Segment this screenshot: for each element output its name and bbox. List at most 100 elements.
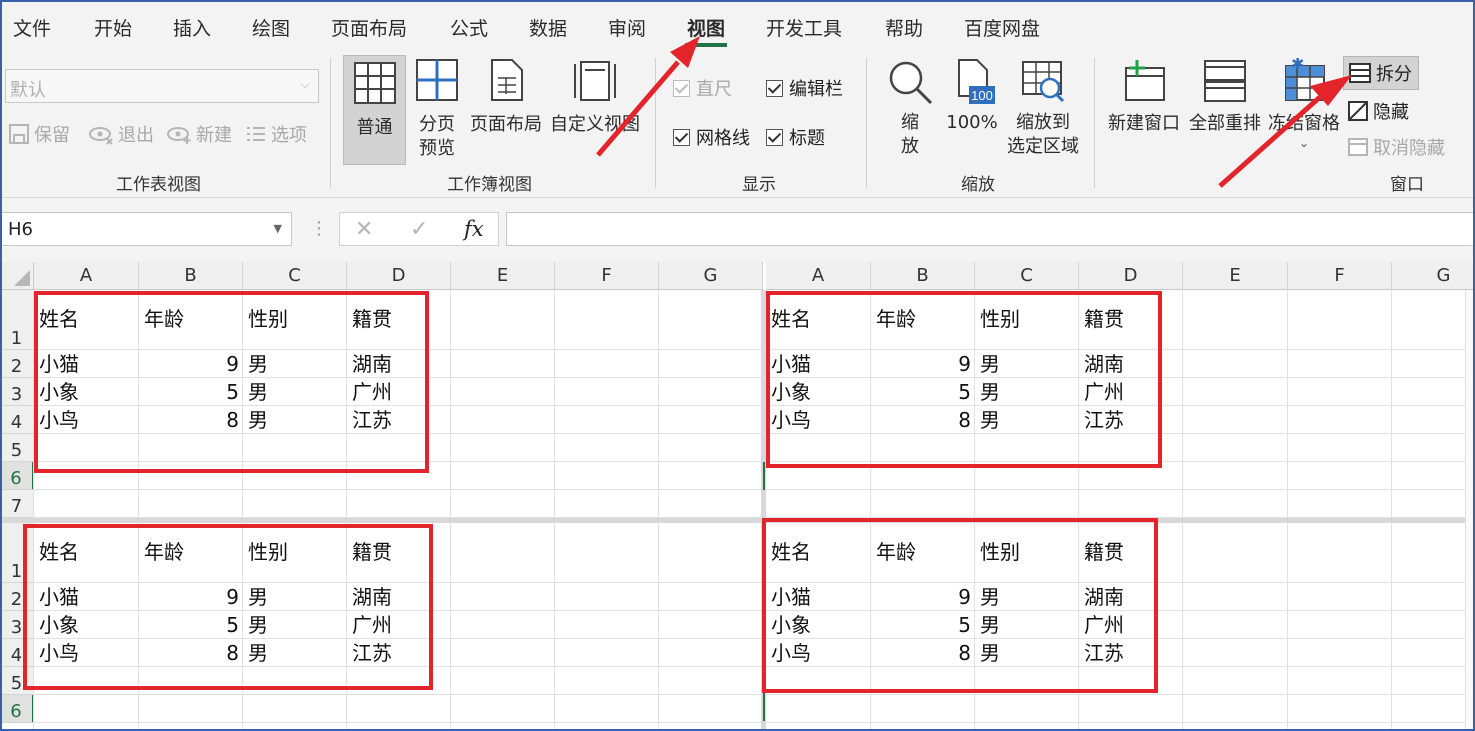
headings-checkbox[interactable]: 标题 <box>766 124 825 150</box>
top-row-header-1[interactable]: 1 <box>0 290 34 350</box>
formula-input[interactable] <box>506 212 1475 246</box>
headings-label: 标题 <box>789 128 825 149</box>
gridline <box>34 722 1475 723</box>
horizontal-split-bar[interactable] <box>0 518 1475 523</box>
tab-baidu-netdisk[interactable]: 百度网盘 <box>964 14 1040 41</box>
unhide-icon <box>1348 138 1368 156</box>
column-header-f[interactable]: F <box>555 262 659 290</box>
column-header-g[interactable]: G <box>1392 262 1475 290</box>
zoom-to-selection-button[interactable]: 缩放到 选定区域 <box>1004 58 1082 159</box>
list-icon <box>247 127 265 141</box>
bottom-row-header-6[interactable]: 6 <box>0 695 34 723</box>
group-divider <box>866 58 867 188</box>
unhide-button[interactable]: 取消隐藏 <box>1347 134 1445 160</box>
show-group-label: 显示 <box>742 175 776 195</box>
split-icon <box>1349 63 1371 83</box>
column-header-a[interactable]: A <box>766 262 871 290</box>
gridlines-checkbox[interactable]: 网格线 <box>673 124 750 150</box>
hide-label: 隐藏 <box>1373 102 1409 123</box>
vertical-scrollbar[interactable] <box>1465 290 1475 731</box>
exit-button[interactable]: 退出 <box>88 121 154 147</box>
tab-data[interactable]: 数据 <box>529 14 567 41</box>
checkbox-icon <box>766 128 783 146</box>
tab-file[interactable]: 文件 <box>13 14 51 41</box>
zoom-button[interactable]: 缩 放 <box>885 58 935 159</box>
column-header-d[interactable]: D <box>1079 262 1183 290</box>
view-options-button[interactable]: 选项 <box>245 121 307 147</box>
custom-views-button[interactable]: 自定义视图 <box>549 58 641 137</box>
chevron-down-icon: ⌄ <box>1298 136 1310 150</box>
hide-button[interactable]: 隐藏 <box>1347 98 1409 124</box>
tab-insert[interactable]: 插入 <box>173 14 211 41</box>
gridlines-label: 网格线 <box>696 128 750 149</box>
top-row-header-3[interactable]: 3 <box>0 378 34 406</box>
page-layout-icon <box>491 59 523 101</box>
gridline <box>658 290 659 731</box>
tab-home[interactable]: 开始 <box>94 14 132 41</box>
svg-text:✱: ✱ <box>1291 58 1304 73</box>
sheet-view-select[interactable]: 默认 ⌵ <box>5 69 319 103</box>
normal-view-label: 普通 <box>356 117 393 138</box>
tab-formulas[interactable]: 公式 <box>450 14 488 41</box>
top-row-header-7[interactable]: 7 <box>0 490 34 518</box>
top-row-header-2[interactable]: 2 <box>0 350 34 378</box>
column-header-b[interactable]: B <box>139 262 243 290</box>
insert-function-icon[interactable]: fx <box>464 217 484 241</box>
name-box[interactable]: H6 ▼ <box>0 212 292 246</box>
keep-button[interactable]: 保留 <box>8 121 70 147</box>
column-header-b[interactable]: B <box>871 262 975 290</box>
gridline <box>1391 290 1392 731</box>
freeze-panes-icon: ✱ <box>1285 54 1325 101</box>
cancel-icon[interactable]: ✕ <box>355 217 373 242</box>
tab-page-layout[interactable]: 页面布局 <box>331 14 407 41</box>
new-window-label: 新建窗口 <box>1108 113 1180 134</box>
column-header-g[interactable]: G <box>659 262 763 290</box>
tab-help[interactable]: 帮助 <box>885 14 923 41</box>
zoom-selection-label-2: 选定区域 <box>1007 136 1079 157</box>
new-view-button[interactable]: 新建 <box>166 121 232 147</box>
column-header-c[interactable]: C <box>243 262 347 290</box>
top-row-header-4[interactable]: 4 <box>0 406 34 434</box>
column-header-e[interactable]: E <box>1183 262 1288 290</box>
top-row-header-6[interactable]: 6 <box>0 462 34 490</box>
save-icon <box>9 124 29 144</box>
zoom-selection-icon <box>1022 61 1065 103</box>
tab-view[interactable]: 视图 <box>684 14 728 47</box>
new-view-label: 新建 <box>196 125 232 146</box>
page-break-label-1: 分页 <box>419 114 455 135</box>
normal-grid-icon <box>353 62 396 104</box>
page-break-label-2: 预览 <box>419 138 455 159</box>
zoom-100-label: 100% <box>946 112 998 133</box>
arrange-all-button[interactable]: 全部重排 <box>1187 58 1263 136</box>
tab-draw[interactable]: 绘图 <box>252 14 290 41</box>
normal-view-button[interactable]: 普通 <box>343 55 406 165</box>
column-header-c[interactable]: C <box>975 262 1079 290</box>
checkbox-icon <box>766 79 783 97</box>
split-label: 拆分 <box>1376 64 1412 85</box>
eye-new-icon <box>167 127 191 144</box>
page-layout-view-button[interactable]: 页面布局 <box>469 58 543 137</box>
select-all-corner[interactable] <box>0 262 34 290</box>
top-row-header-5[interactable]: 5 <box>0 434 34 462</box>
zoom-100-button[interactable]: 100 100% <box>943 58 1001 135</box>
zoom-label-1: 缩 <box>901 112 919 133</box>
enter-icon[interactable]: ✓ <box>410 217 428 242</box>
drag-handle-icon[interactable]: ⋮ <box>310 218 328 239</box>
ruler-checkbox[interactable]: 直尺 <box>673 75 732 101</box>
column-header-d[interactable]: D <box>347 262 451 290</box>
new-window-icon <box>1125 60 1165 101</box>
checkbox-icon <box>673 128 690 146</box>
freeze-panes-button[interactable]: ✱ 冻结窗格 ⌄ <box>1267 54 1341 150</box>
tab-developer[interactable]: 开发工具 <box>766 14 842 41</box>
column-header-e[interactable]: E <box>451 262 555 290</box>
column-header-a[interactable]: A <box>34 262 139 290</box>
column-header-f[interactable]: F <box>1288 262 1392 290</box>
new-window-button[interactable]: 新建窗口 <box>1106 58 1182 136</box>
ribbon-tabs: 文件 开始 插入 绘图 页面布局 公式 数据 审阅 视图 开发工具 帮助 百度网… <box>0 0 1475 48</box>
formula-bar: H6 ▼ ⋮ ✕ ✓ fx <box>0 198 1475 262</box>
split-button[interactable]: 拆分 <box>1343 56 1419 90</box>
page-break-preview-button[interactable]: 分页 预览 <box>412 58 462 161</box>
tab-review[interactable]: 审阅 <box>608 14 646 41</box>
chevron-down-icon: ▼ <box>273 222 282 235</box>
formula-bar-checkbox[interactable]: 编辑栏 <box>766 75 843 101</box>
